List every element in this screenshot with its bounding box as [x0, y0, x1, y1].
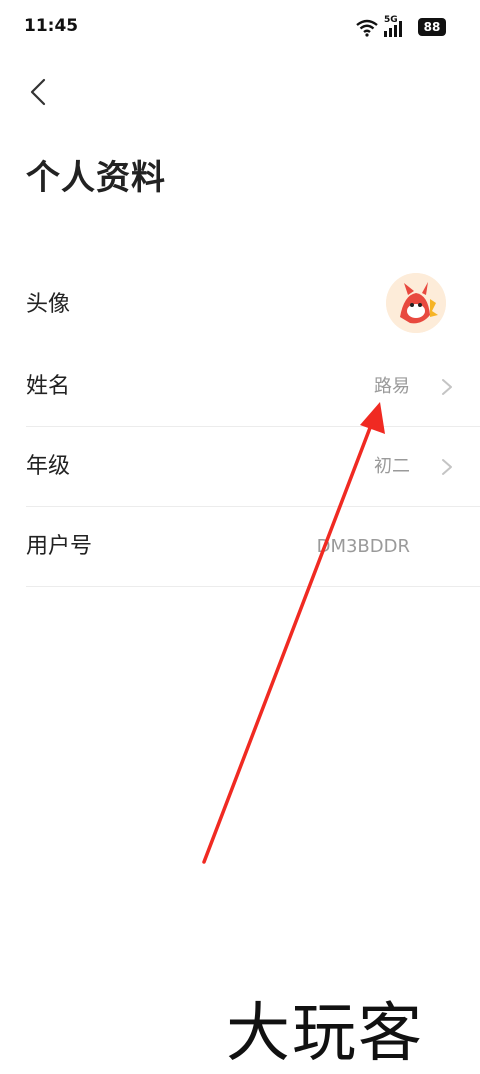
name-row[interactable]: 姓名 路易	[26, 347, 480, 427]
wifi-icon	[356, 19, 378, 37]
user-id-label: 用户号	[26, 534, 93, 559]
chevron-right-icon	[442, 379, 452, 395]
user-id-value: DM3BDDR	[316, 536, 410, 557]
signal-icon	[384, 21, 402, 37]
back-button[interactable]	[22, 72, 58, 112]
grade-label: 年级	[26, 454, 71, 479]
status-bar: 11:45 5G 88	[0, 0, 480, 56]
grade-row[interactable]: 年级 初二	[26, 427, 480, 507]
chevron-right-icon	[442, 459, 452, 475]
battery-icon: 88	[418, 18, 446, 36]
page-title: 个人资料	[26, 158, 166, 198]
divider	[26, 586, 480, 587]
avatar-label: 头像	[26, 292, 71, 317]
grade-value: 初二	[374, 456, 410, 477]
fox-mascot-icon	[386, 273, 446, 333]
watermark-logo: 大玩客	[226, 997, 424, 1071]
status-time: 11:45	[24, 16, 79, 36]
chevron-left-icon	[30, 78, 46, 106]
avatar-row[interactable]: 头像	[26, 265, 480, 345]
user-id-row: 用户号 DM3BDDR	[26, 507, 480, 587]
name-value: 路易	[374, 376, 410, 397]
name-label: 姓名	[26, 374, 71, 399]
avatar[interactable]	[386, 273, 446, 333]
status-icons: 5G 88	[356, 15, 446, 37]
